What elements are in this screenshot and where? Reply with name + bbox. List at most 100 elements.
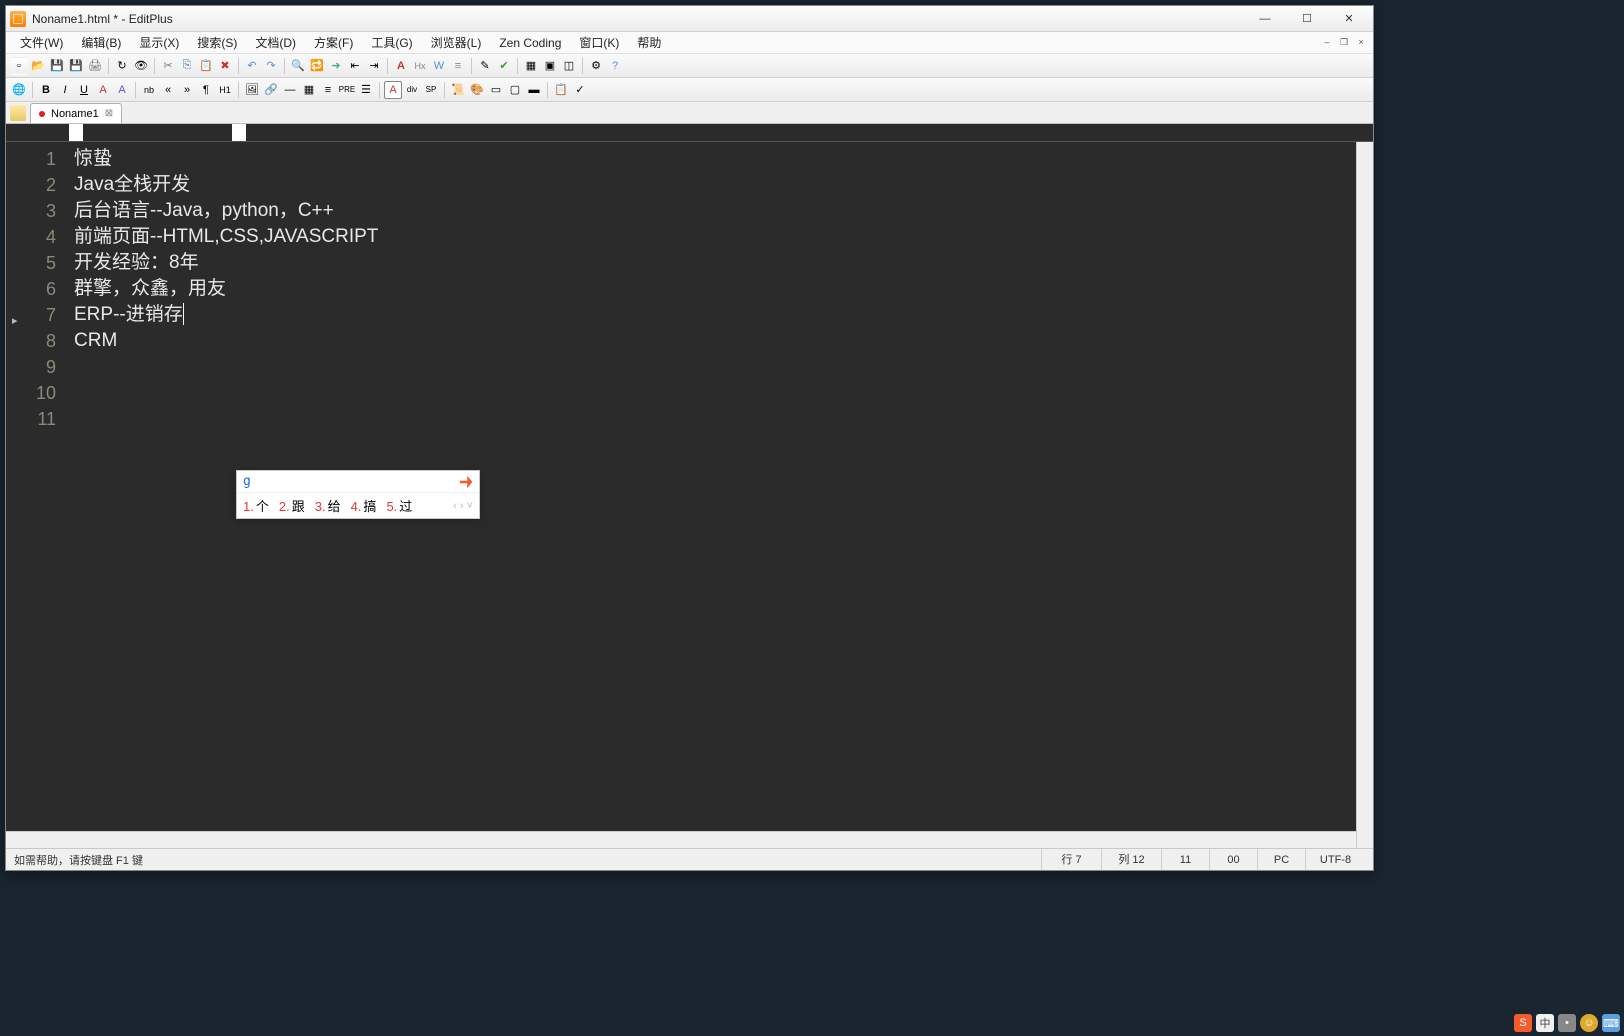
bold-icon[interactable]: B [37,81,55,99]
table-icon[interactable]: ▦ [300,81,318,99]
replace-icon[interactable]: 🔁 [308,57,326,75]
open-file-icon[interactable]: 📂 [29,57,47,75]
paragraph-icon[interactable]: ¶ [197,81,215,99]
undo-icon[interactable]: ↶ [243,57,261,75]
ruler-marker [232,124,246,142]
font-aa-icon[interactable]: A [392,57,410,75]
new-file-icon[interactable]: ▫ [10,57,28,75]
toolbar-separator [284,58,285,74]
code-line: 开发经验：8年 [74,250,1373,276]
menu-search[interactable]: 搜索(S) [189,32,245,53]
tab-close-icon[interactable]: ⊠ [105,108,113,119]
horizontal-scrollbar[interactable] [6,831,1356,848]
directory-icon[interactable] [10,105,26,121]
linenum-icon[interactable]: ≡ [449,57,467,75]
sogou-ime-icon[interactable]: S [1514,1014,1532,1032]
mdi-close[interactable]: × [1353,34,1369,48]
heading-icon[interactable]: H1 [216,81,234,99]
statusbar: 如需帮助，请按键盘 F1 键 行 7 列 12 11 00 PC UTF-8 [6,848,1373,870]
menu-project[interactable]: 方案(F) [306,32,361,53]
ime-lang-icon[interactable]: 中 [1536,1014,1554,1032]
script-icon[interactable]: 📜 [449,81,467,99]
color-icon[interactable]: A [113,81,131,99]
center-icon[interactable]: ≡ [319,81,337,99]
preview-icon[interactable]: 👁 [132,57,150,75]
save-all-icon[interactable]: 💾 [67,57,85,75]
check-icon[interactable]: ✔ [495,57,513,75]
menu-zencoding[interactable]: Zen Coding [491,34,569,52]
menu-tools[interactable]: 工具(G) [363,32,420,53]
code-line: 群擎，众鑫，用友 [74,276,1373,302]
ime-page-arrows[interactable]: ‹ › ˅ [453,500,473,512]
nbsp-icon[interactable]: nb [140,81,158,99]
indent-left-icon[interactable]: ⇤ [346,57,364,75]
maximize-button[interactable]: ☐ [1287,9,1327,29]
minimize-button[interactable]: — [1245,9,1285,29]
menu-view[interactable]: 显示(X) [131,32,187,53]
style-icon[interactable]: 🎨 [468,81,486,99]
template-icon[interactable]: 📋 [552,81,570,99]
italic-icon[interactable]: I [56,81,74,99]
image-icon[interactable]: 🖼 [243,81,261,99]
ime-candidate[interactable]: 4.搞 [351,496,377,515]
ime-punct-icon[interactable]: • [1558,1014,1576,1032]
ime-emoji-icon[interactable]: ☺ [1580,1014,1598,1032]
menu-window[interactable]: 窗口(K) [571,32,627,53]
underline-icon[interactable]: U [75,81,93,99]
menu-help[interactable]: 帮助 [629,32,669,53]
window-split-icon[interactable]: ◫ [560,57,578,75]
font-a-icon[interactable]: A [384,81,402,99]
input-icon[interactable]: ▢ [506,81,524,99]
anchor-right-icon[interactable]: » [178,81,196,99]
window-cascade-icon[interactable]: ▣ [541,57,559,75]
indent-right-icon[interactable]: ⇥ [365,57,383,75]
delete-icon[interactable]: ✖ [216,57,234,75]
pre-icon[interactable]: PRE [338,81,356,99]
help-icon[interactable]: ? [606,57,624,75]
app-icon [10,11,26,27]
link-icon[interactable]: 🔗 [262,81,280,99]
validate-icon[interactable]: ✓ [571,81,589,99]
wordwrap-icon[interactable]: W [430,57,448,75]
span-icon[interactable]: SP [422,81,440,99]
paste-icon[interactable]: 📋 [197,57,215,75]
font-icon[interactable]: A [94,81,112,99]
close-button[interactable]: ✕ [1329,9,1369,29]
status-help-text: 如需帮助，请按键盘 F1 键 [14,852,1041,868]
mdi-minimize[interactable]: – [1319,34,1335,48]
ime-candidate[interactable]: 1.个 [243,496,269,515]
menu-file[interactable]: 文件(W) [12,32,71,53]
ime-keyboard-icon[interactable]: ⌨ [1602,1014,1620,1032]
anchor-left-icon[interactable]: « [159,81,177,99]
ime-candidate[interactable]: 3.给 [315,496,341,515]
vertical-scrollbar[interactable] [1356,142,1373,848]
save-icon[interactable]: 💾 [48,57,66,75]
hex-icon[interactable]: Hx [411,57,429,75]
menu-browser[interactable]: 浏览器(L) [423,32,490,53]
status-encoding: UTF-8 [1305,849,1365,870]
print-icon[interactable]: 🖨 [86,57,104,75]
ime-candidate[interactable]: 2.跟 [279,496,305,515]
copy-icon[interactable]: ⎘ [178,57,196,75]
mdi-restore[interactable]: ❐ [1336,34,1352,48]
find-icon[interactable]: 🔍 [289,57,307,75]
div-icon[interactable]: div [403,81,421,99]
cut-icon[interactable]: ✂ [159,57,177,75]
document-tab[interactable]: Noname1 ⊠ [30,103,122,123]
line-number: 5 [6,250,56,276]
hr-icon[interactable]: — [281,81,299,99]
goto-icon[interactable]: ➜ [327,57,345,75]
button-icon[interactable]: ▬ [525,81,543,99]
redo-icon[interactable]: ↷ [262,57,280,75]
reload-icon[interactable]: ↻ [113,57,131,75]
globe-icon[interactable]: 🌐 [10,81,28,99]
spell-icon[interactable]: ✎ [476,57,494,75]
form-icon[interactable]: ▭ [487,81,505,99]
line-number: 3 [6,198,56,224]
settings-icon[interactable]: ⚙ [587,57,605,75]
list-icon[interactable]: ☰ [357,81,375,99]
menu-edit[interactable]: 编辑(B) [73,32,129,53]
window-tile-icon[interactable]: ▦ [522,57,540,75]
ime-candidate[interactable]: 5.过 [386,496,412,515]
menu-document[interactable]: 文档(D) [247,32,304,53]
